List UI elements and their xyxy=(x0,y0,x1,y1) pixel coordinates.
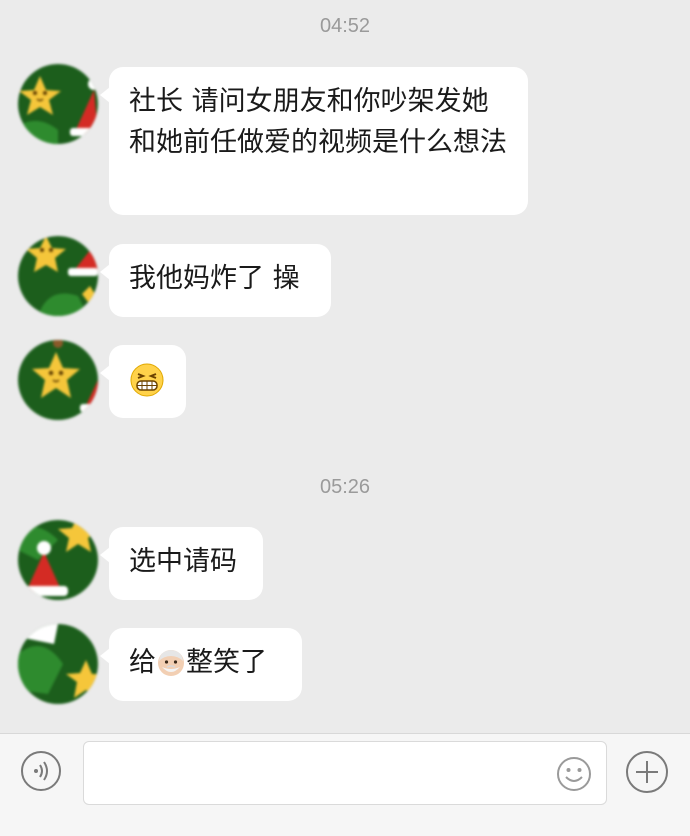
avatar[interactable] xyxy=(18,340,98,420)
avatar[interactable] xyxy=(18,64,98,144)
plus-icon[interactable] xyxy=(626,751,668,793)
message-text: 我他妈炸了 操 xyxy=(129,263,300,294)
message-bubble[interactable]: 选中请码 xyxy=(100,527,263,600)
message-text-before: 给 xyxy=(129,647,156,678)
timestamp: 04:52 xyxy=(319,15,371,37)
grin-emoji-icon xyxy=(129,362,165,398)
timestamp: 05:26 xyxy=(319,476,371,498)
chat-area: 04:52 社长 请问女朋友和你吵架发她和她前任做爱的视频是什么想法 我他妈炸了… xyxy=(0,0,690,733)
message-text-after: 整笑了 xyxy=(186,647,267,678)
message-bubble[interactable] xyxy=(100,345,186,418)
avatar[interactable] xyxy=(18,236,98,316)
message-bubble[interactable]: 社长 请问女朋友和你吵架发她和她前任做爱的视频是什么想法 xyxy=(100,67,528,215)
message-bubble[interactable]: 我他妈炸了 操 xyxy=(100,244,331,317)
avatar[interactable] xyxy=(18,624,98,704)
message-input[interactable] xyxy=(83,741,607,805)
input-bar xyxy=(0,733,690,836)
message-text: 社长 请问女朋友和你吵架发她和她前任做爱的视频是什么想法 xyxy=(129,86,507,158)
avatar[interactable] xyxy=(18,520,98,600)
message-bubble[interactable]: 给 整笑了 xyxy=(100,628,302,701)
voice-icon[interactable] xyxy=(21,751,61,791)
message-text: 选中请码 xyxy=(129,546,237,577)
emoji-icon[interactable] xyxy=(556,756,592,792)
old-man-emoji-icon xyxy=(156,647,186,677)
